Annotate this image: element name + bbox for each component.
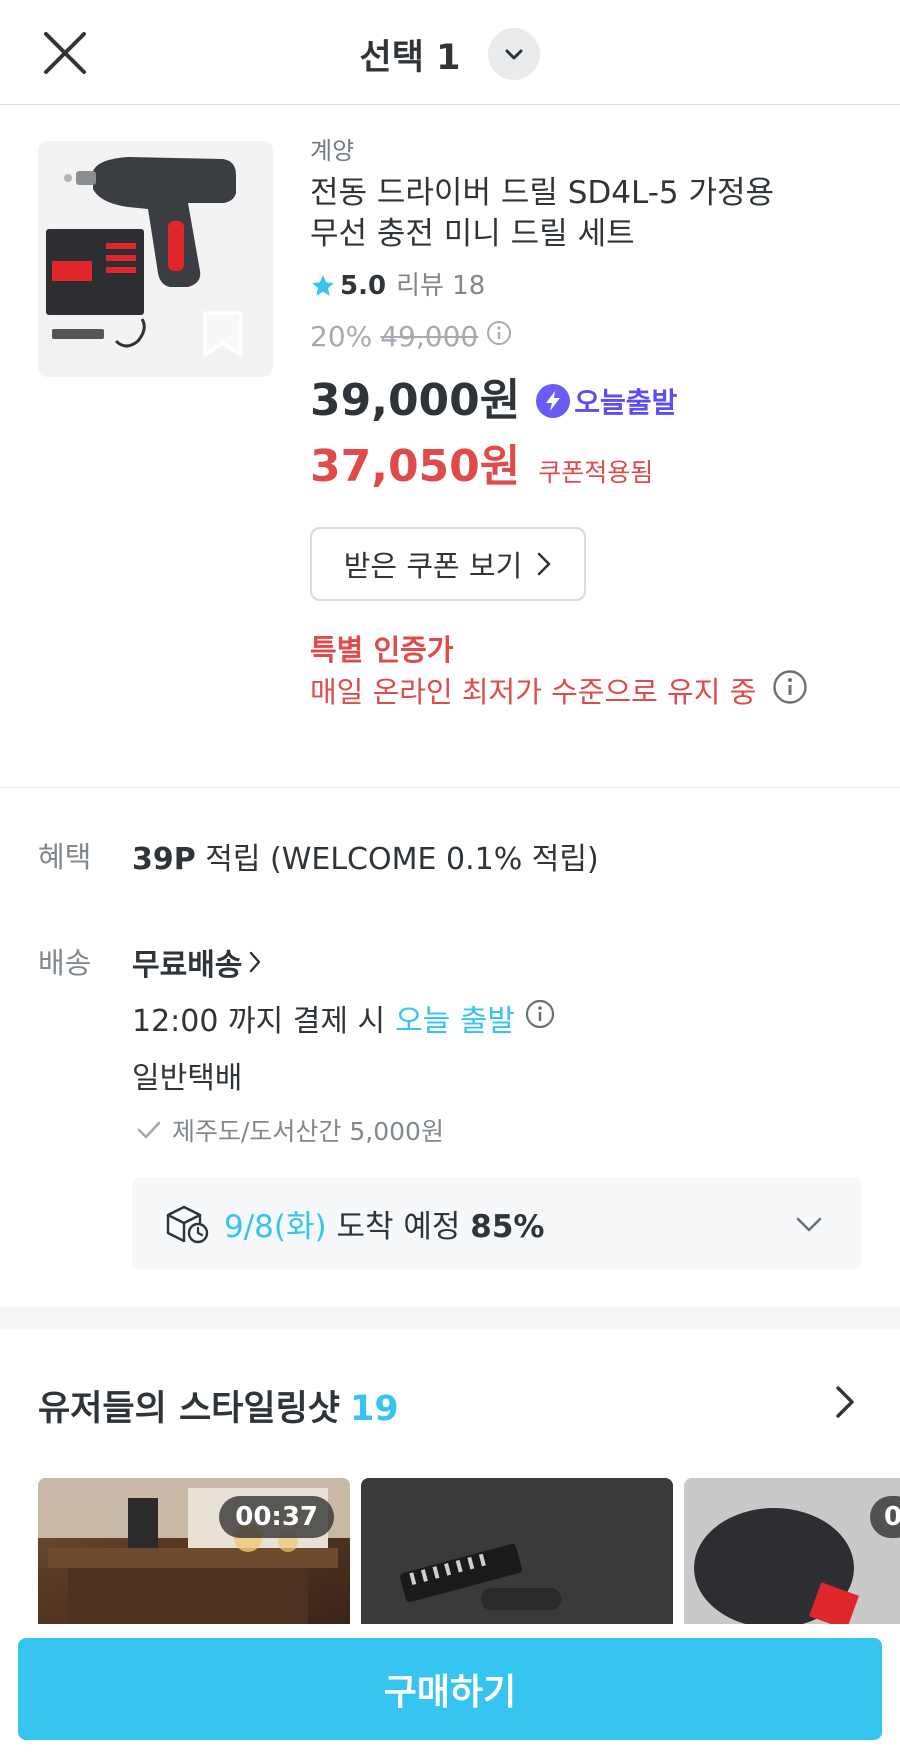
shipping-method: 무료배송 <box>132 948 243 983</box>
special-price-desc-row: 매일 온라인 최저가 수준으로 유지 중 <box>310 669 870 715</box>
shipping-time-highlight: 오늘 출발 <box>395 1004 516 1039</box>
discount-rate: 20% <box>310 320 373 353</box>
option-selector[interactable]: 선택 1 <box>0 28 900 80</box>
arrival-mid: 도착 예정 <box>326 1209 471 1245</box>
special-price-title: 특별 인증가 <box>310 633 454 667</box>
price-info-button[interactable] <box>486 319 512 355</box>
delivery-box-icon <box>166 1205 209 1243</box>
product-name-line1: 전동 드라이버 드릴 SD4L-5 가정용 <box>310 175 775 211</box>
coupon-price: 37,050원 <box>310 441 521 492</box>
chevron-down-icon <box>796 1217 822 1232</box>
styling-shots-title: 유저들의 스타일링샷 19 <box>38 1380 399 1431</box>
product-summary: 계양 전동 드라이버 드릴 SD4L-5 가정용 무선 충전 미니 드릴 세트 … <box>0 105 900 787</box>
product-info: 계양 전동 드라이버 드릴 SD4L-5 가정용 무선 충전 미니 드릴 세트 … <box>310 135 870 715</box>
bookmark-button[interactable] <box>200 309 246 359</box>
check-icon <box>137 1121 161 1139</box>
arrival-date: 9/8(화) <box>224 1209 327 1245</box>
info-icon <box>773 670 807 704</box>
jeju-surcharge-text: 제주도/도서산간 5,000원 <box>172 1117 444 1146</box>
coupon-price-row: 37,050원 쿠폰적용됨 <box>310 439 870 495</box>
product-name: 전동 드라이버 드릴 SD4L-5 가정용 무선 충전 미니 드릴 세트 <box>310 173 870 255</box>
info-icon <box>487 321 512 345</box>
today-ship-label: 오늘출발 <box>574 386 678 419</box>
shipping-time-prefix: 12:00 까지 결제 시 <box>132 1004 386 1039</box>
view-coupons-button[interactable]: 받은 쿠폰 보기 <box>310 527 586 601</box>
styling-shot-video[interactable]: 00:37 <box>38 1478 350 1624</box>
price-row: 39,000원 오늘출발 <box>310 373 870 429</box>
coupon-applied-label: 쿠폰적용됨 <box>538 458 654 487</box>
arrival-estimate-toggle[interactable]: 9/8(화) 도착 예정 85% <box>132 1177 862 1270</box>
review-count: 리뷰 18 <box>396 271 486 301</box>
special-price-notice: 특별 인증가 매일 온라인 최저가 수준으로 유지 중 <box>310 631 870 715</box>
benefit-value: 39P 적립 (WELCOME 0.1% 적립) <box>132 834 599 878</box>
today-ship-badge: 오늘출발 <box>536 381 677 421</box>
shipping-method-link[interactable]: 무료배송 <box>132 940 262 984</box>
styling-shot-photo[interactable] <box>361 1478 673 1624</box>
benefit-text: 적립 (WELCOME 0.1% 적립) <box>195 842 599 877</box>
info-icon <box>525 999 555 1029</box>
buy-button[interactable]: 구매하기 <box>18 1638 882 1740</box>
styling-shots-more-button[interactable] <box>830 1384 860 1420</box>
section-divider-thick <box>0 1307 900 1329</box>
bottom-buy-bar: 구매하기 <box>0 1624 900 1756</box>
chevron-right-icon <box>537 552 551 576</box>
shipping-type: 일반택배 <box>132 1061 243 1096</box>
bookmark-icon <box>203 311 243 357</box>
original-price: 49,000 <box>380 320 479 353</box>
special-info-button[interactable] <box>772 669 808 715</box>
benefit-label: 혜택 <box>38 840 92 874</box>
video-duration: 00:37 <box>219 1496 334 1538</box>
chevron-right-icon <box>836 1386 854 1418</box>
chevron-right-icon <box>250 951 261 973</box>
lightning-icon <box>536 384 571 418</box>
product-image[interactable] <box>38 141 273 377</box>
shipping-info-button[interactable] <box>525 999 555 1037</box>
benefit-points: 39P <box>132 842 196 877</box>
original-price-row: 20% 49,000 <box>310 319 870 355</box>
shipping-label: 배송 <box>38 946 92 980</box>
jeju-surcharge: 제주도/도서산간 5,000원 <box>136 1112 444 1148</box>
brand-name[interactable]: 계양 <box>310 135 870 167</box>
drill-closeup-image <box>684 1478 900 1624</box>
section-divider <box>0 787 900 788</box>
top-bar: 선택 1 <box>0 0 900 105</box>
dropdown-button[interactable] <box>488 28 541 80</box>
shipping-time: 12:00 까지 결제 시 오늘 출발 <box>132 996 555 1040</box>
product-name-line2: 무선 충전 미니 드릴 세트 <box>310 216 635 252</box>
arrival-estimate: 9/8(화) 도착 예정 85% <box>224 1201 544 1246</box>
sale-price: 39,000원 <box>310 375 521 426</box>
styling-shots-label: 유저들의 스타일링샷 <box>38 1389 340 1429</box>
arrival-percent: 85% <box>470 1209 545 1245</box>
chevron-down-icon <box>505 49 523 60</box>
star-icon <box>312 275 334 296</box>
styling-shots-count: 19 <box>350 1389 399 1429</box>
styling-shot-partial[interactable]: 0 <box>684 1478 900 1624</box>
special-price-desc: 매일 온라인 최저가 수준으로 유지 중 <box>310 675 757 709</box>
rating-score: 5.0 <box>340 271 387 301</box>
drill-bits-image <box>361 1478 673 1624</box>
view-coupons-label: 받은 쿠폰 보기 <box>343 549 523 583</box>
page-title: 선택 1 <box>359 37 461 78</box>
rating-row[interactable]: 5.0 리뷰 18 <box>310 269 870 303</box>
